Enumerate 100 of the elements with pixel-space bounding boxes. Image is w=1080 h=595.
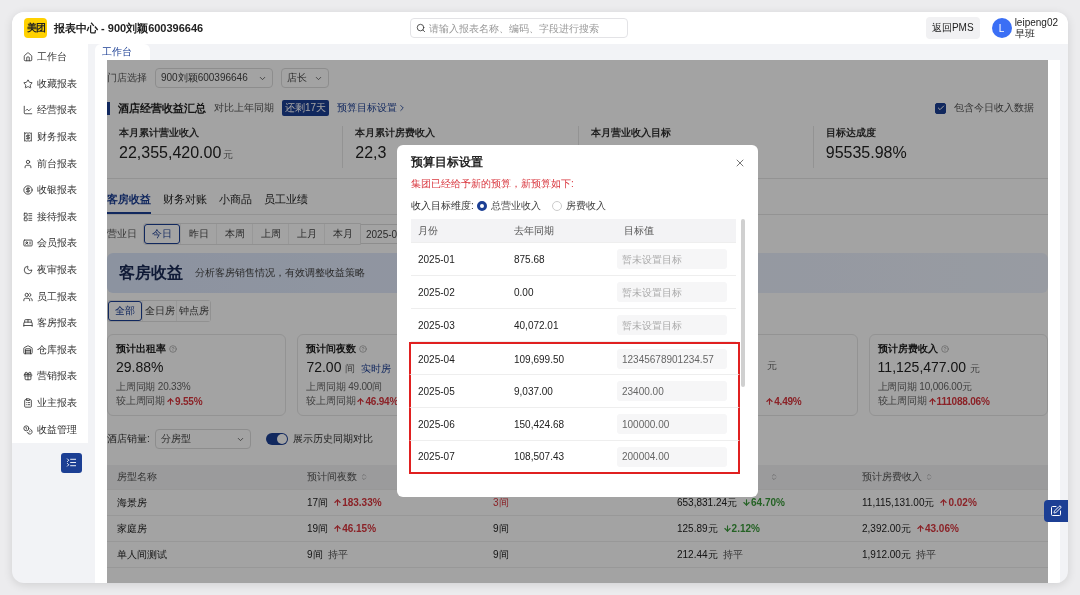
line-chart-icon	[23, 105, 33, 116]
sidebar-item[interactable]: 仓库报表	[12, 336, 88, 364]
last-year-cell-text: 875.68	[513, 253, 546, 265]
last-year-cell-text: 150,424.68	[513, 418, 566, 430]
room-type-option[interactable]: 全日房	[142, 301, 176, 321]
role-select[interactable]: 店长	[281, 68, 329, 88]
store-select[interactable]: 900刘颖600396646	[155, 68, 273, 88]
month-cell-text: 2025-04	[417, 353, 456, 365]
toggle-switch[interactable]	[265, 433, 288, 445]
kpi-value: 22,3	[355, 144, 387, 161]
target-input[interactable]: 12345678901234.57	[617, 349, 727, 369]
date-option[interactable]: 今日	[144, 224, 180, 244]
arrow-up-icon	[927, 396, 937, 406]
search-field[interactable]: 请输入报表名称、编码、字段进行搜索	[410, 18, 628, 38]
column-header: 去年同期	[513, 223, 555, 238]
feedback-button[interactable]	[1044, 500, 1068, 522]
warehouse-icon	[23, 344, 33, 355]
arrow-up-icon	[765, 396, 775, 406]
kpi-value: 95535.98%	[825, 144, 907, 161]
change-value: 9.55%	[166, 395, 203, 407]
sidebar-item[interactable]: 收银报表	[12, 176, 88, 204]
unit-label: 元	[767, 359, 778, 373]
page-tab[interactable]: 工作台	[95, 44, 150, 60]
sidebar-item[interactable]: 业主报表	[12, 389, 88, 417]
sidebar-item[interactable]: 营销报表	[12, 363, 88, 390]
sidebar-item[interactable]: 会员报表	[12, 230, 88, 257]
table-cell: 17间	[307, 495, 329, 510]
budget-link[interactable]: 预算目标设置	[337, 101, 408, 115]
id-card-icon	[23, 238, 33, 249]
radio-option[interactable]: 总营业收入	[476, 199, 541, 213]
star-icon	[23, 78, 33, 89]
date-filter-label: 营业日	[107, 227, 137, 241]
section-marker	[107, 101, 110, 115]
sidebar-item[interactable]: 收益管理	[12, 416, 88, 443]
radio-option[interactable]: 房费收入	[551, 199, 606, 213]
table-cell: 3间	[493, 495, 509, 510]
target-input[interactable]: 暂未设置目标	[617, 282, 727, 302]
report-tab[interactable]: 财务对账	[163, 193, 207, 214]
report-tab[interactable]: 客房收益	[107, 193, 151, 214]
sidebar-item[interactable]: 收藏报表	[12, 70, 88, 98]
user-shift: 早班	[1014, 28, 1035, 39]
sidebar-item[interactable]: 员工报表	[12, 283, 88, 310]
last-week-value: 上周同期 20.33%	[116, 380, 191, 394]
month-cell-text: 2025-06	[417, 418, 456, 430]
section-title: 酒店经营收益汇总	[118, 100, 206, 116]
report-tab[interactable]: 小商品	[219, 193, 252, 214]
sales-select[interactable]: 分房型	[154, 429, 251, 449]
metric-value: 29.88%	[116, 359, 164, 375]
target-input[interactable]: 100000.00	[617, 414, 727, 434]
collapse-button[interactable]	[61, 452, 82, 473]
target-input[interactable]: 暂未设置目标	[617, 249, 727, 269]
metric-title: 预计出租率	[116, 342, 166, 356]
target-input[interactable]: 200004.00	[617, 446, 727, 467]
table-cell: 125.89元	[677, 521, 718, 536]
month-cell-text: 2025-07	[417, 451, 456, 462]
change-value: 111088.06%	[927, 395, 990, 407]
checkbox[interactable]	[935, 102, 946, 114]
avatar[interactable]: L	[991, 18, 1012, 38]
target-input[interactable]: 暂未设置目标	[617, 315, 727, 335]
banner-title: 客房收益	[119, 262, 183, 283]
month-cell-text: 2025-05	[417, 385, 456, 397]
help-icon	[359, 345, 368, 353]
kpi-label: 本月累计房费收入	[355, 126, 437, 140]
table-cell: 9间	[493, 547, 509, 562]
unit-label: 间	[345, 362, 356, 376]
last-year-cell-text: 40,072.01	[513, 319, 560, 331]
days-left-badge: 还剩17天	[282, 100, 330, 116]
change-label: 较上周同期	[877, 394, 927, 408]
column-header: 目标值	[623, 223, 655, 238]
coins-icon	[23, 424, 33, 435]
change-label: 较上周同期	[306, 394, 356, 408]
month-cell-text: 2025-01	[417, 253, 456, 265]
arrow-up-icon	[915, 524, 925, 533]
report-tab[interactable]: 员工业绩	[264, 193, 308, 214]
room-type-option[interactable]: 钟点房	[176, 301, 210, 321]
back-button[interactable]: 返回PMS	[925, 17, 980, 39]
room-type-option[interactable]: 全部	[108, 301, 142, 321]
sidebar-item[interactable]: 接待报表	[12, 203, 88, 231]
change-label: 较上周同期	[116, 394, 165, 408]
change-value: 43.06%	[915, 523, 959, 534]
menu-icon	[66, 457, 77, 469]
kpi-label: 本月累计营业收入	[119, 126, 200, 140]
realtime-link[interactable]: 实时房	[361, 362, 392, 376]
sidebar-item[interactable]: 财务报表	[12, 123, 88, 151]
target-input[interactable]: 23400.00	[617, 381, 727, 401]
edit-icon	[1050, 505, 1062, 517]
sidebar-item[interactable]: 经营报表	[12, 97, 88, 124]
arrow-up-icon	[333, 524, 343, 533]
change-value: 46.94%	[356, 395, 399, 407]
column-header: 预计间夜数	[307, 470, 357, 484]
user-icon	[23, 158, 33, 169]
sidebar-item[interactable]: 工作台	[12, 44, 88, 71]
unit-label: 元	[223, 149, 234, 160]
search-icon	[416, 23, 426, 33]
sidebar-item[interactable]: 夜审报表	[12, 256, 88, 284]
sidebar-item[interactable]: 前台报表	[12, 150, 88, 177]
arrow-down-icon	[722, 524, 732, 533]
modal-title: 预算目标设置	[411, 155, 483, 170]
scrollbar-thumb[interactable]	[741, 219, 745, 387]
sidebar-item[interactable]: 客房报表	[12, 309, 88, 337]
